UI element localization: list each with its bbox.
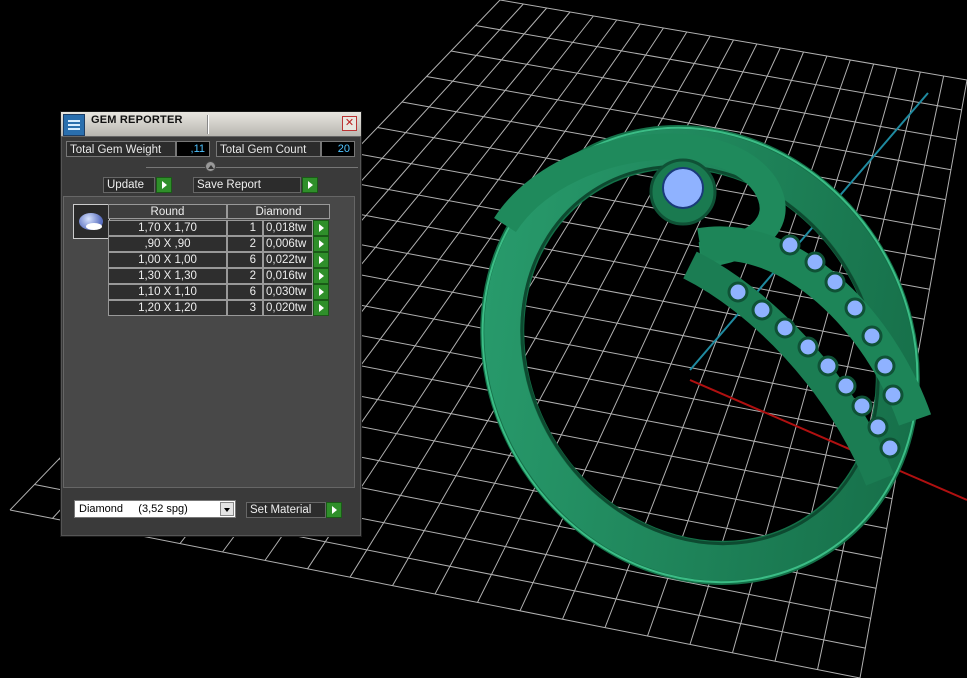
report-icon: [63, 114, 85, 136]
gem-count-cell: 6: [227, 252, 263, 268]
gem-reporter-panel: GEM REPORTER ✕ Total Gem Weight ,11 Tota…: [60, 111, 362, 537]
material-column-header: Diamond: [227, 204, 330, 219]
panel-title: GEM REPORTER: [91, 114, 183, 126]
gem-list-area: Round Diamond 1,70 X 1,70 1 0,018tw ,90 X ,…: [63, 196, 355, 488]
material-select-value: Diamond (3,52 spg): [79, 503, 188, 515]
row-play-arrow-icon[interactable]: [313, 284, 329, 300]
gem-size-cell: 1,70 X 1,70: [108, 220, 227, 236]
update-button[interactable]: Update: [103, 177, 155, 193]
row-play-arrow-icon[interactable]: [313, 268, 329, 284]
total-weight-value: ,11: [176, 141, 210, 157]
panel-titlebar[interactable]: GEM REPORTER ✕: [61, 112, 361, 137]
row-play-arrow-icon[interactable]: [313, 220, 329, 236]
gem-weight-cell: 0,006tw: [263, 236, 313, 252]
gem-weight-cell: 0,022tw: [263, 252, 313, 268]
set-material-button[interactable]: Set Material: [246, 502, 326, 518]
gem-weight-cell: 0,020tw: [263, 300, 313, 316]
total-count-label: Total Gem Count: [216, 141, 321, 157]
chevron-down-icon[interactable]: [220, 502, 234, 516]
panel-splitter: [146, 167, 358, 168]
gem-count-cell: 2: [227, 236, 263, 252]
update-play-arrow-icon[interactable]: [156, 177, 172, 193]
gem-weight-cell: 0,016tw: [263, 268, 313, 284]
shape-column-header: Round: [108, 204, 227, 219]
material-select[interactable]: Diamond (3,52 spg): [74, 500, 236, 518]
gem-weight-cell: 0,018tw: [263, 220, 313, 236]
row-play-arrow-icon[interactable]: [313, 236, 329, 252]
total-weight-label: Total Gem Weight: [66, 141, 176, 157]
gem-count-cell: 3: [227, 300, 263, 316]
gem-size-cell: 1,20 X 1,20: [108, 300, 227, 316]
collapse-toggle[interactable]: [205, 161, 216, 172]
gem-size-cell: 1,00 X 1,00: [108, 252, 227, 268]
gem-size-cell: 1,30 X 1,30: [108, 268, 227, 284]
gem-count-cell: 6: [227, 284, 263, 300]
total-count-value: 20: [321, 141, 355, 157]
title-divider: [207, 115, 208, 134]
gem-weight-cell: 0,030tw: [263, 284, 313, 300]
save-report-play-arrow-icon[interactable]: [302, 177, 318, 193]
save-report-button[interactable]: Save Report: [193, 177, 301, 193]
gem-count-cell: 2: [227, 268, 263, 284]
gem-count-cell: 1: [227, 220, 263, 236]
row-play-arrow-icon[interactable]: [313, 300, 329, 316]
set-material-play-arrow-icon[interactable]: [326, 502, 342, 518]
gem-size-cell: 1,10 X 1,10: [108, 284, 227, 300]
close-icon[interactable]: ✕: [342, 116, 357, 131]
gem-size-cell: ,90 X ,90: [108, 236, 227, 252]
row-play-arrow-icon[interactable]: [313, 252, 329, 268]
round-diamond-icon[interactable]: [73, 204, 110, 239]
